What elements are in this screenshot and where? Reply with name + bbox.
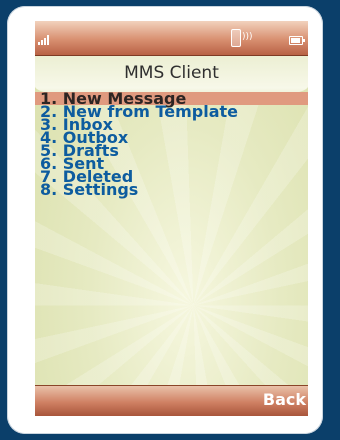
softkey-bar: Back	[35, 385, 308, 416]
battery-icon	[289, 36, 305, 45]
menu-item-settings[interactable]: 8. Settings	[35, 182, 308, 198]
main-menu: 1. New Message 2. New from Template 3. I…	[35, 91, 308, 198]
signal-icon	[38, 35, 54, 45]
phone-screen: ))) MMS Client 1. New Message 2. New fro…	[35, 21, 308, 416]
page-title: MMS Client	[124, 63, 219, 83]
status-bar: )))	[35, 21, 308, 56]
sound-wave-icon: )))	[242, 32, 253, 42]
back-softkey[interactable]: Back	[263, 390, 306, 409]
phone-icon	[231, 29, 241, 47]
